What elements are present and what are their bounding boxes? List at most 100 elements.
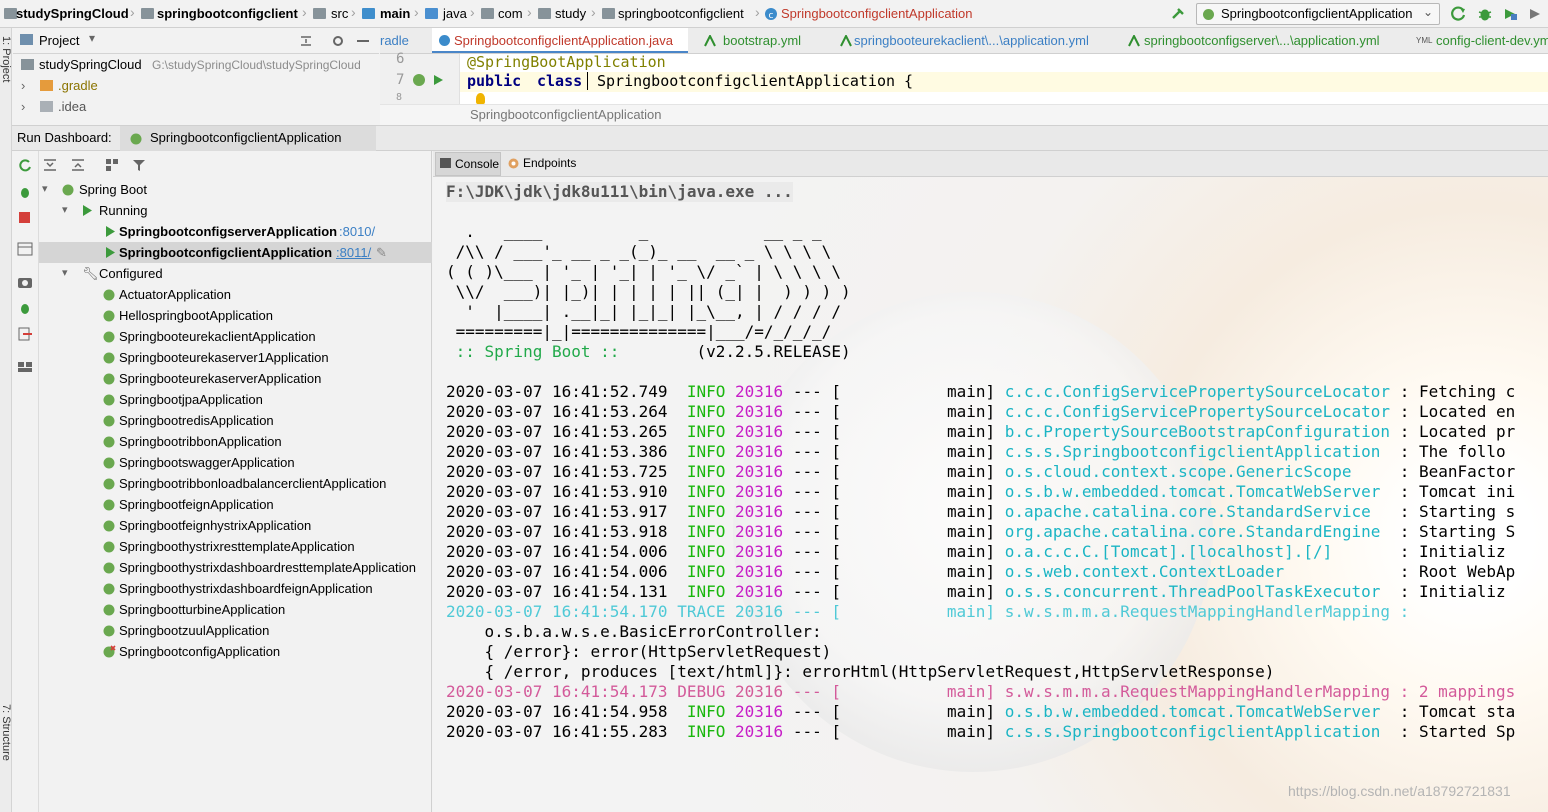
- breadcrumb-study[interactable]: study: [555, 6, 586, 21]
- configured-app-row[interactable]: SpringbootjpaApplication: [39, 389, 432, 410]
- tab-gradle[interactable]: radle: [380, 28, 432, 53]
- structure-tool-button[interactable]: 7: Structure: [0, 704, 12, 761]
- log-thread: --- [ main]: [783, 402, 1005, 421]
- project-root-row[interactable]: studySpringCloud G:\studySpringCloud\stu…: [13, 55, 379, 76]
- configured-app-row[interactable]: Springbooteurekaserver1Application: [39, 347, 432, 368]
- tree-node-configured[interactable]: ▾ 🔧︎ Configured: [39, 263, 432, 284]
- gear-icon[interactable]: [331, 34, 345, 48]
- camera-icon[interactable]: [17, 275, 33, 289]
- breadcrumb-com[interactable]: com: [498, 6, 523, 21]
- breadcrumb-package[interactable]: springbootconfigclient: [618, 6, 744, 21]
- spring-bean-gutter-icon[interactable]: [411, 72, 427, 88]
- run-gutter-icon[interactable]: [432, 74, 444, 86]
- configured-app-row[interactable]: SpringbooteurekaserverApplication: [39, 368, 432, 389]
- rerun-icon[interactable]: [18, 159, 32, 173]
- debug-settings-icon[interactable]: [17, 301, 33, 315]
- project-view-select[interactable]: Project: [39, 33, 79, 48]
- intention-bulb-icon[interactable]: [476, 93, 485, 104]
- chevron-right-icon[interactable]: ›: [21, 99, 25, 114]
- chevron-down-icon[interactable]: ▾: [89, 31, 95, 45]
- log-line: 2020-03-07 16:41:53.917 INFO 20316 --- […: [446, 502, 1515, 522]
- hammer-build-icon[interactable]: [1170, 6, 1186, 22]
- tree-item-gradle[interactable]: › .gradle: [13, 76, 379, 97]
- spring-boot-icon: [103, 310, 115, 322]
- tree-node-label: Spring Boot: [79, 182, 147, 197]
- layout-grid-icon[interactable]: [17, 361, 33, 373]
- log-message: : BeanFactor: [1351, 462, 1516, 481]
- pencil-icon[interactable]: ✎: [376, 242, 387, 263]
- configured-app-row[interactable]: SpringbootturbineApplication: [39, 599, 432, 620]
- tab-console[interactable]: Console: [435, 152, 501, 176]
- configured-app-row[interactable]: SpringboothystrixdashboardresttemplateAp…: [39, 557, 432, 578]
- project-tool-button[interactable]: 1: Project: [0, 36, 12, 82]
- configured-app-row[interactable]: ActuatorApplication: [39, 284, 432, 305]
- collapse-all-icon[interactable]: [299, 34, 313, 48]
- editor-breadcrumb[interactable]: SpringbootconfigclientApplication: [470, 107, 662, 122]
- project-panel-header: Project ▾: [13, 28, 379, 54]
- keyword-class: class: [537, 72, 583, 90]
- chevron-down-icon[interactable]: ▾: [62, 263, 68, 284]
- group-by-icon[interactable]: [105, 158, 121, 172]
- configured-app-row[interactable]: SpringbootfeignApplication: [39, 494, 432, 515]
- debug-bug-icon[interactable]: [1477, 6, 1493, 22]
- breadcrumb-class[interactable]: SpringbootconfigclientApplication: [781, 6, 973, 21]
- spring-boot-icon: [103, 373, 115, 385]
- rerun-icon[interactable]: [1451, 6, 1467, 22]
- tab-endpoints[interactable]: Endpoints: [503, 152, 581, 176]
- profile-icon[interactable]: [1527, 6, 1543, 22]
- exit-icon[interactable]: [17, 327, 33, 341]
- configured-app-row[interactable]: SpringbooteurekaclientApplication: [39, 326, 432, 347]
- configured-app-row[interactable]: SpringbootconfigApplication: [39, 641, 432, 662]
- breadcrumb-project[interactable]: studySpringCloud: [16, 6, 129, 21]
- spring-boot-icon: [103, 436, 115, 448]
- layout-icon[interactable]: [17, 242, 33, 256]
- log-pid: 20316: [735, 542, 784, 561]
- tab-eurekaclient-application-yml[interactable]: springbooteurekaclient\...\application.y…: [832, 28, 1112, 53]
- run-dashboard-tab[interactable]: SpringbootconfigclientApplication: [120, 126, 376, 151]
- coverage-icon[interactable]: [1502, 6, 1518, 22]
- breadcrumb-module[interactable]: springbootconfigclient: [157, 6, 298, 21]
- debug-bug-icon[interactable]: [18, 185, 32, 199]
- tab-configserver-application-yml[interactable]: springbootconfigserver\...\application.y…: [1122, 28, 1404, 53]
- tree-node-configclient[interactable]: SpringbootconfigclientApplication :8011/…: [39, 242, 432, 263]
- configured-app-row[interactable]: SpringbootribbonloadbalancerclientApplic…: [39, 473, 432, 494]
- log-line: 2020-03-07 16:41:54.131 INFO 20316 --- […: [446, 582, 1506, 602]
- console-output[interactable]: F:\JDK\jdk\jdk8u111\bin\java.exe ... . _…: [433, 177, 1548, 812]
- configured-app-row[interactable]: SpringboothystrixdashboardfeignApplicati…: [39, 578, 432, 599]
- chevron-right-icon[interactable]: ›: [21, 78, 25, 93]
- app-port-link[interactable]: :8011/: [336, 242, 371, 263]
- app-name: SpringbootturbineApplication: [119, 602, 286, 617]
- tree-item-idea[interactable]: › .idea: [13, 97, 379, 118]
- spring-boot-icon: [103, 625, 115, 637]
- app-port-link[interactable]: :8010/: [339, 221, 375, 242]
- tab-bootstrap-yml[interactable]: bootstrap.yml: [696, 28, 824, 53]
- configured-app-row[interactable]: SpringbootswaggerApplication: [39, 452, 432, 473]
- tree-node-spring-boot[interactable]: ▾ Spring Boot: [39, 179, 432, 200]
- configured-app-row[interactable]: SpringbootredisApplication: [39, 410, 432, 431]
- configured-app-row[interactable]: SpringbootfeignhystrixApplication: [39, 515, 432, 536]
- log-message: : Starting s: [1370, 502, 1516, 521]
- banner-line: ( ( )\___ | '_ | '_| | '_ \/ _` | \ \ \ …: [446, 262, 841, 281]
- tree-node-configserver[interactable]: SpringbootconfigserverApplication :8010/: [39, 221, 432, 242]
- configured-app-row[interactable]: HellospringbootApplication: [39, 305, 432, 326]
- log-thread: --- [ main]: [783, 522, 1005, 541]
- tab-config-client-dev-yml[interactable]: YML config-client-dev.yml: [1410, 28, 1548, 53]
- annotation-line: @SpringBootApplication: [467, 53, 666, 71]
- tree-node-running[interactable]: ▾ Running: [39, 200, 432, 221]
- breadcrumb-src[interactable]: src: [331, 6, 348, 21]
- configured-app-row[interactable]: SpringboothystrixresttemplateApplication: [39, 536, 432, 557]
- chevron-down-icon[interactable]: ▾: [42, 179, 48, 200]
- breadcrumb-main[interactable]: main: [380, 6, 410, 21]
- collapse-all-icon[interactable]: [70, 158, 86, 172]
- configured-app-row[interactable]: SpringbootzuulApplication: [39, 620, 432, 641]
- stop-icon[interactable]: [19, 212, 30, 223]
- configured-app-row[interactable]: SpringbootribbonApplication: [39, 431, 432, 452]
- tab-springbootconfigclientapplication[interactable]: SpringbootconfigclientApplication.java: [432, 28, 688, 53]
- breadcrumb-java[interactable]: java: [443, 6, 467, 21]
- expand-all-icon[interactable]: [42, 158, 58, 172]
- chevron-down-icon[interactable]: ▾: [62, 200, 68, 221]
- minimize-icon[interactable]: [357, 40, 369, 42]
- run-configuration-select[interactable]: SpringbootconfigclientApplication ⌄: [1196, 3, 1440, 25]
- filter-icon[interactable]: [132, 158, 148, 172]
- log-timestamp: 2020-03-07 16:41:53.918: [446, 522, 668, 541]
